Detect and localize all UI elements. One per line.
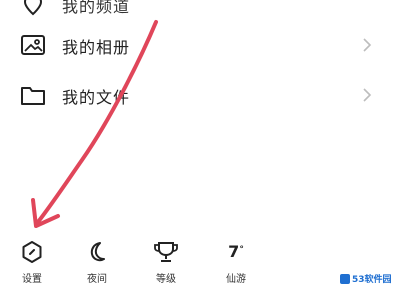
temperature-display: 7° <box>211 240 261 264</box>
trophy-cup-icon <box>154 242 178 262</box>
chevron-right-icon <box>363 38 372 52</box>
bottom-toolbar: 设置 夜间 等级 7° 仙游 <box>0 238 396 298</box>
level-button[interactable]: 等级 <box>141 238 191 296</box>
weather-button[interactable]: 7° 仙游 <box>211 238 261 296</box>
menu-item-label: 我的文件 <box>62 88 131 107</box>
menu-item-label: 我的频道 <box>62 0 131 16</box>
chevron-right-icon <box>363 88 372 102</box>
watermark-text: 53软件园 <box>352 275 392 285</box>
menu-item-album[interactable]: 我的相册 <box>0 23 396 67</box>
moon-icon <box>90 242 105 262</box>
temperature-value: 7 <box>228 242 240 261</box>
temperature-unit: ° <box>239 245 244 255</box>
level-label: 等级 <box>156 274 176 285</box>
weather-location-label: 仙游 <box>226 274 246 285</box>
night-mode-button[interactable]: 夜间 <box>72 238 122 296</box>
settings-button[interactable]: 设置 <box>7 238 57 296</box>
location-pin-icon <box>23 0 43 16</box>
night-mode-label: 夜间 <box>87 274 107 285</box>
folder-icon <box>21 87 45 105</box>
watermark-badge-icon <box>340 274 350 284</box>
photo-album-icon <box>21 35 45 55</box>
watermark-logo: 53软件园 <box>340 272 392 288</box>
menu-item-files[interactable]: 我的文件 <box>0 73 396 117</box>
settings-label: 设置 <box>22 274 42 285</box>
menu-item-label: 我的相册 <box>62 38 131 57</box>
settings-hexagon-icon <box>22 241 42 263</box>
